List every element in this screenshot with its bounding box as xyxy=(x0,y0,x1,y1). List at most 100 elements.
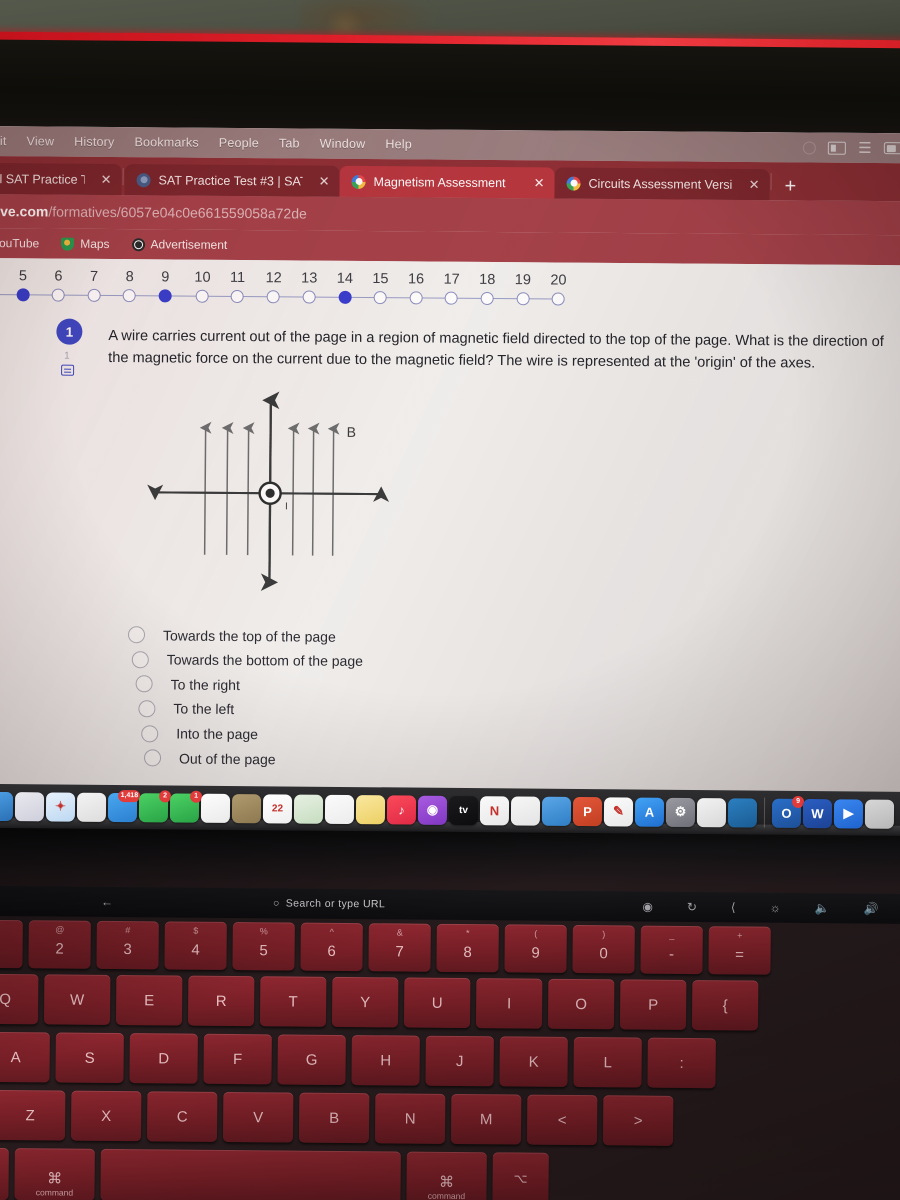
menu-item-tab[interactable]: Tab xyxy=(269,136,310,150)
menu-item-people[interactable]: People xyxy=(209,136,269,150)
reminders-icon[interactable] xyxy=(324,794,355,824)
zoom-icon[interactable]: ▶ xyxy=(833,798,864,829)
outlook-icon[interactable]: O9 xyxy=(771,795,805,828)
key-Z[interactable]: Z xyxy=(0,1089,66,1141)
question-nav-dot[interactable] xyxy=(158,289,172,303)
question-nav-item-14[interactable]: 14 xyxy=(337,271,353,304)
question-nav-dot[interactable] xyxy=(444,291,459,305)
browser-tab-0[interactable]: cial SAT Practice Test ✕ xyxy=(0,162,122,196)
question-nav-item-16[interactable]: 16 xyxy=(408,271,424,305)
safari-icon[interactable]: ✦ xyxy=(45,791,76,822)
key-8[interactable]: * 8 xyxy=(436,923,499,973)
key-G[interactable]: G xyxy=(277,1034,346,1086)
key-R[interactable]: R xyxy=(187,975,255,1027)
key-{[interactable]: { xyxy=(691,980,759,1031)
touchbar-search-field[interactable]: ○ Search or type URL xyxy=(273,897,385,910)
play-icon[interactable]: ◉ xyxy=(642,900,653,914)
brightness-icon[interactable]: ☼ xyxy=(770,901,781,915)
appstore-icon[interactable]: A xyxy=(634,797,665,827)
answer-option[interactable]: Out of the page xyxy=(143,746,900,777)
key-S[interactable]: S xyxy=(55,1032,124,1084)
answer-radio-button[interactable] xyxy=(143,749,162,767)
pages-icon[interactable]: ✎ xyxy=(603,796,634,827)
launchpad-icon[interactable] xyxy=(14,791,45,821)
key-option-right[interactable]: ⌥ xyxy=(492,1152,549,1200)
key-U[interactable]: U xyxy=(403,977,471,1029)
question-nav-dot[interactable] xyxy=(373,291,387,305)
key-6[interactable]: ^ 6 xyxy=(300,922,363,972)
numbers-icon[interactable] xyxy=(510,795,541,826)
answer-radio-button[interactable] xyxy=(131,650,149,669)
question-nav-item-9[interactable]: 9 xyxy=(158,269,172,303)
browser-tab-1[interactable]: SAT Practice Test #3 | SAT Sui ✕ xyxy=(124,164,340,197)
key-option-left[interactable]: ⌥ xyxy=(0,1147,9,1200)
photos-icon[interactable] xyxy=(200,793,231,823)
comment-icon[interactable] xyxy=(61,364,75,376)
question-nav-item-8[interactable]: 8 xyxy=(123,269,137,303)
menu-item-edit[interactable]: it xyxy=(0,134,17,148)
key-I[interactable]: I xyxy=(475,978,543,1029)
refresh-icon[interactable]: ↻ xyxy=(687,900,697,914)
question-nav-item-13[interactable]: 13 xyxy=(301,270,317,304)
question-nav-item-20[interactable]: 20 xyxy=(550,272,567,306)
system-preferences-icon[interactable]: ⚙ xyxy=(665,797,696,827)
finder-icon[interactable] xyxy=(0,791,14,821)
key-H[interactable]: H xyxy=(351,1035,420,1086)
question-nav-item-15[interactable]: 15 xyxy=(372,271,389,305)
question-nav-item-18[interactable]: 18 xyxy=(479,272,495,306)
question-nav-dot[interactable] xyxy=(123,289,137,303)
key-V[interactable]: V xyxy=(222,1091,294,1143)
key-W[interactable]: W xyxy=(43,974,111,1025)
key-space[interactable] xyxy=(100,1148,401,1200)
key->[interactable]: > xyxy=(602,1095,674,1146)
key-5[interactable]: % 5 xyxy=(232,922,295,971)
new-tab-button[interactable]: + xyxy=(772,175,808,200)
bluetooth-icon[interactable]: ☰ xyxy=(858,139,872,156)
bookmark-youtube[interactable]: YouTube xyxy=(0,236,47,251)
key-Q[interactable]: Q xyxy=(0,973,39,1025)
key-P[interactable]: P xyxy=(619,979,687,1030)
key-1[interactable]: !1 xyxy=(0,919,23,969)
display-icon[interactable] xyxy=(828,141,847,155)
key-<[interactable]: < xyxy=(526,1094,598,1146)
key-K[interactable]: K xyxy=(499,1036,568,1087)
key-Y[interactable]: Y xyxy=(331,976,399,1028)
question-nav-item-11[interactable]: 11 xyxy=(230,270,245,304)
question-nav-dot[interactable] xyxy=(51,288,65,302)
question-nav-dot[interactable] xyxy=(480,291,494,306)
menu-item-view[interactable]: View xyxy=(16,134,64,148)
key-4[interactable]: $4 xyxy=(164,921,227,970)
key-T[interactable]: T xyxy=(259,976,327,1027)
volume-up-icon[interactable]: 🔊 xyxy=(864,902,879,916)
key-7[interactable]: & 7 xyxy=(368,923,431,972)
key-J[interactable]: J xyxy=(425,1035,494,1087)
question-nav-item-6[interactable]: 6 xyxy=(51,269,65,302)
messages-icon[interactable]: 1 xyxy=(169,790,203,823)
answer-radio-button[interactable] xyxy=(127,626,146,644)
bracket-icon[interactable]: ⟨ xyxy=(731,900,736,914)
question-nav-dot[interactable] xyxy=(266,290,281,304)
tab-close-1[interactable]: ✕ xyxy=(311,173,330,189)
question-nav-item-17[interactable]: 17 xyxy=(443,272,460,305)
key-L[interactable]: L xyxy=(573,1036,642,1088)
key-2[interactable]: @2 xyxy=(28,920,91,969)
key-F[interactable]: F xyxy=(203,1033,272,1085)
key-3[interactable]: #3 xyxy=(96,920,159,970)
white-app-icon[interactable] xyxy=(696,797,727,827)
key-A[interactable]: A xyxy=(0,1031,50,1083)
key-B[interactable]: B xyxy=(298,1092,370,1144)
menu-item-bookmarks[interactable]: Bookmarks xyxy=(124,135,208,150)
answer-radio-button[interactable] xyxy=(141,724,159,742)
downloads-stack-icon[interactable] xyxy=(864,799,895,829)
siri-icon[interactable] xyxy=(803,140,817,155)
keynote-icon[interactable] xyxy=(541,796,572,826)
bookmark-maps[interactable]: Maps xyxy=(53,237,117,252)
question-nav-item-5[interactable]: 5 xyxy=(16,268,30,302)
photo-app-icon[interactable] xyxy=(727,797,758,828)
key-N[interactable]: N xyxy=(374,1093,446,1144)
calendar-icon[interactable]: 22 xyxy=(262,793,293,824)
menu-item-window[interactable]: Window xyxy=(310,137,376,152)
touchbar-back-icon[interactable]: ← xyxy=(101,895,113,909)
appletv-icon[interactable]: tv xyxy=(448,795,479,825)
question-nav-dot[interactable] xyxy=(551,292,565,306)
